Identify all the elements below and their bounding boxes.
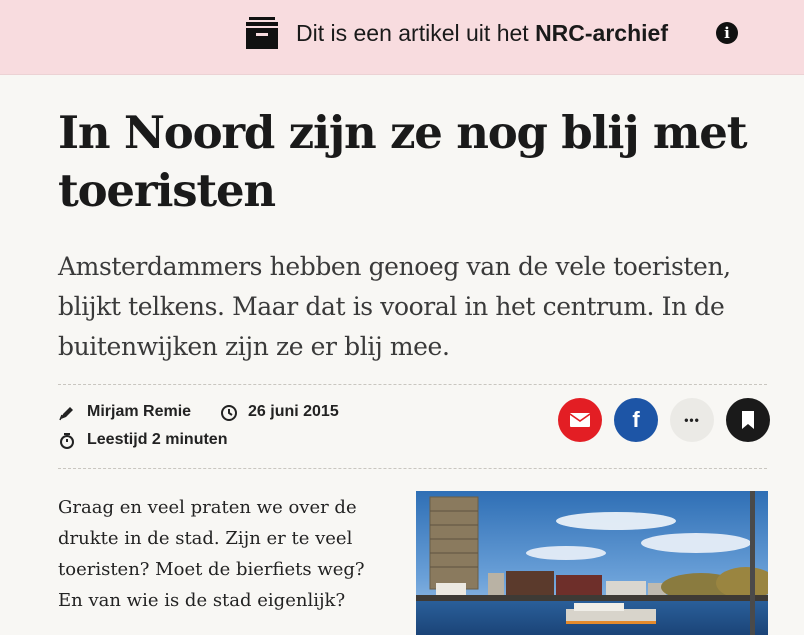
share-facebook-button[interactable]: f xyxy=(614,398,658,442)
article-lead: Amsterdammers hebben genoeg van de vele … xyxy=(58,252,731,361)
envelope-icon xyxy=(570,413,590,427)
byline-row: Mirjam Remie 26 juni 2015 xyxy=(58,400,378,426)
pen-icon xyxy=(59,407,73,421)
divider xyxy=(58,384,767,385)
info-icon[interactable]: i xyxy=(716,22,738,44)
author-link[interactable]: Mirjam Remie xyxy=(87,403,191,421)
article-body: Graag en veel praten we over de drukte i… xyxy=(58,497,365,611)
archive-brand-link[interactable]: NRC-archief xyxy=(535,20,668,46)
bookmark-icon xyxy=(742,411,754,429)
archive-banner: Dit is een artikel uit het NRC-archief i xyxy=(0,0,804,75)
clock-icon xyxy=(221,405,237,421)
article-photo xyxy=(416,491,768,635)
article-title: In Noord zijn ze nog blij met toeristen xyxy=(58,106,748,217)
archive-box-icon xyxy=(246,17,278,49)
facebook-icon: f xyxy=(632,407,640,432)
stopwatch-icon xyxy=(60,433,74,449)
bookmark-button[interactable] xyxy=(726,398,770,442)
divider xyxy=(58,468,767,469)
share-email-button[interactable] xyxy=(558,398,602,442)
archive-banner-text: Dit is een artikel uit het NRC-archief xyxy=(296,20,668,46)
reading-time-row: Leestijd 2 minuten xyxy=(58,428,378,454)
reading-time: Leestijd 2 minuten xyxy=(87,431,228,448)
share-more-button[interactable]: ••• xyxy=(670,398,714,442)
publish-date: 26 juni 2015 xyxy=(248,403,339,420)
more-dots-icon: ••• xyxy=(684,413,700,427)
